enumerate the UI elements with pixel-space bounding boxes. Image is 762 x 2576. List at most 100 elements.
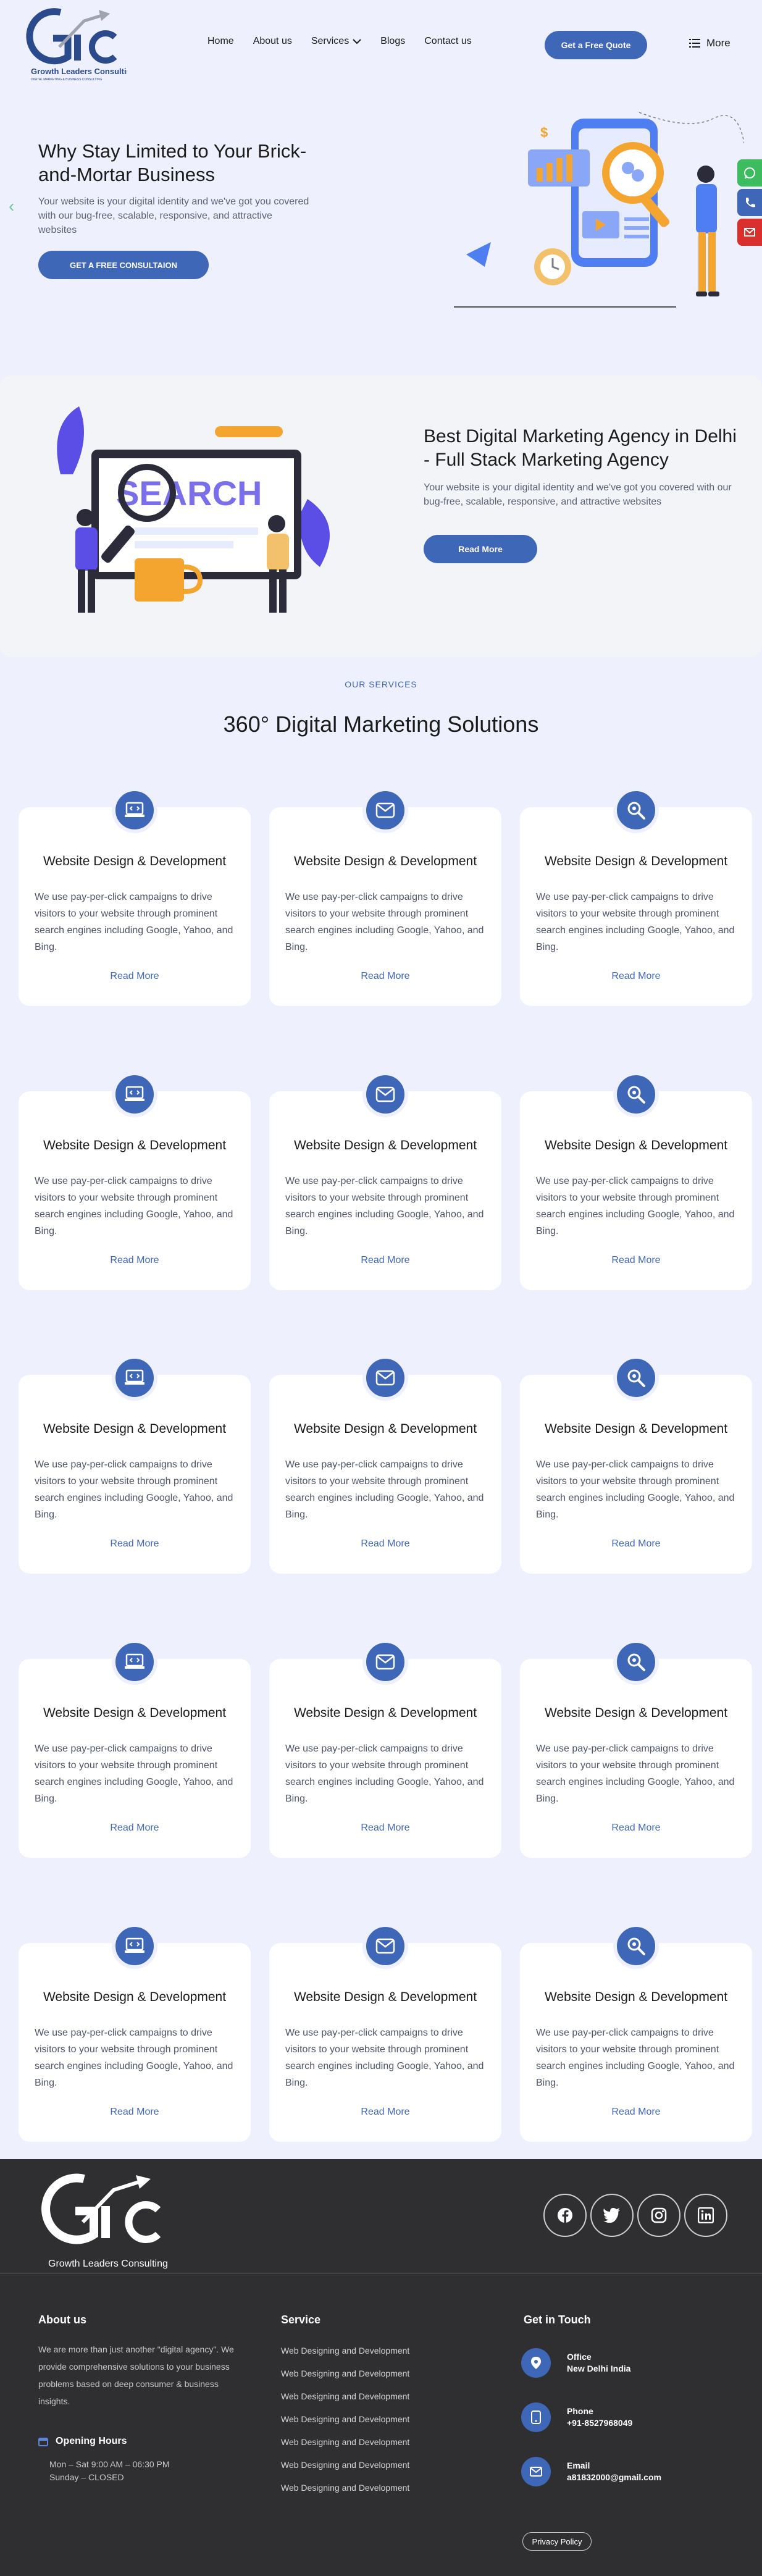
footer-service-link[interactable]: Web Designing and Development bbox=[281, 2414, 409, 2424]
nav-contact-label: Contact us bbox=[424, 36, 472, 46]
footer-service-link[interactable]: Web Designing and Development bbox=[281, 2460, 409, 2470]
service-card-title: Website Design & Development bbox=[43, 1990, 227, 2004]
opening-hours-text: Mon – Sat 9:00 AM – 06:30 PM Sunday – CL… bbox=[49, 2458, 170, 2484]
service-card-title: Website Design & Development bbox=[43, 854, 227, 868]
service-card-read-more[interactable]: Read More bbox=[520, 2107, 752, 2118]
service-card-title: Website Design & Development bbox=[293, 1422, 477, 1436]
service-card: Website Design & Development We use pay-p… bbox=[269, 1639, 501, 1858]
service-card-title: Website Design & Development bbox=[293, 854, 477, 868]
nav-services-label: Services bbox=[311, 36, 350, 46]
logo-tagline: DIGITAL MARKETING & BUSINESS CONSULTING bbox=[31, 78, 102, 82]
service-card: Website Design & Development We use pay-p… bbox=[520, 1639, 752, 1858]
service-card-text: We use pay-per-click campaigns to drive … bbox=[536, 2028, 735, 2088]
envelope-icon bbox=[362, 1072, 408, 1117]
privacy-policy-link[interactable]: Privacy Policy bbox=[522, 2532, 592, 2551]
location-pin-icon bbox=[521, 2348, 551, 2378]
service-card-read-more[interactable]: Read More bbox=[19, 1255, 251, 1266]
service-card-read-more[interactable]: Read More bbox=[19, 2107, 251, 2118]
svg-text:$: $ bbox=[540, 125, 548, 140]
service-card: Website Design & Development We use pay-p… bbox=[520, 787, 752, 1006]
search-icon bbox=[613, 1639, 659, 1685]
service-card-read-more[interactable]: Read More bbox=[19, 971, 251, 982]
agency-read-more-button[interactable]: Read More bbox=[424, 535, 537, 563]
free-consultation-label: GET A FREE CONSULTAION bbox=[69, 260, 178, 270]
footer-about-text: We are more than just another "digital a… bbox=[38, 2344, 234, 2406]
hero-prev-arrow[interactable]: ‹ bbox=[9, 196, 14, 216]
service-card-read-more[interactable]: Read More bbox=[269, 971, 501, 982]
hero-title: Why Stay Limited to Your Brick-and-Morta… bbox=[38, 140, 307, 185]
footer-service-link[interactable]: Web Designing and Development bbox=[281, 2483, 409, 2493]
facebook-link[interactable] bbox=[543, 2194, 587, 2237]
instagram-link[interactable] bbox=[637, 2194, 680, 2237]
service-card: Website Design & Development We use pay-p… bbox=[269, 1072, 501, 1290]
contact-phone[interactable]: Phone +91-8527968049 bbox=[521, 2402, 632, 2432]
free-consultation-button[interactable]: GET A FREE CONSULTAION bbox=[38, 251, 209, 279]
search-icon bbox=[613, 787, 659, 833]
service-card: Website Design & Development We use pay-p… bbox=[520, 1355, 752, 1574]
service-card: Website Design & Development We use pay-p… bbox=[19, 1639, 251, 1858]
nav-contact[interactable]: Contact us bbox=[424, 36, 471, 47]
whatsapp-float-button[interactable] bbox=[737, 159, 762, 187]
phone-icon bbox=[746, 198, 755, 208]
contact-email[interactable]: Email a81832000@gmail.com bbox=[521, 2457, 661, 2486]
nav-services[interactable]: Services bbox=[311, 36, 361, 47]
contact-office-label: Office bbox=[567, 2352, 592, 2362]
nav-blogs[interactable]: Blogs bbox=[380, 36, 405, 47]
contact-phone-label: Phone bbox=[567, 2406, 593, 2416]
service-card: Website Design & Development We use pay-p… bbox=[19, 1923, 251, 2142]
page: Growth Leaders Consulting DIGITAL MARKET… bbox=[0, 0, 762, 2576]
footer-service-link[interactable]: Web Designing and Development bbox=[281, 2346, 409, 2356]
service-card-text: We use pay-per-click campaigns to drive … bbox=[35, 1459, 233, 1520]
get-quote-button[interactable]: Get a Free Quote bbox=[545, 31, 647, 59]
footer-service-link[interactable]: Web Designing and Development bbox=[281, 2437, 409, 2447]
service-card-read-more[interactable]: Read More bbox=[269, 1538, 501, 1550]
list-menu-icon bbox=[689, 39, 700, 48]
footer-service-link[interactable]: Web Designing and Development bbox=[281, 2368, 409, 2378]
service-card-read-more[interactable]: Read More bbox=[269, 2107, 501, 2118]
twitter-link[interactable] bbox=[590, 2194, 634, 2237]
service-card: Website Design & Development We use pay-p… bbox=[269, 1923, 501, 2142]
opening-hours-title: Opening Hours bbox=[38, 2436, 127, 2447]
service-card-text: We use pay-per-click campaigns to drive … bbox=[536, 1176, 735, 1236]
service-card: Website Design & Development We use pay-p… bbox=[19, 1355, 251, 1574]
service-card-read-more[interactable]: Read More bbox=[19, 1823, 251, 1834]
service-card-title: Website Design & Development bbox=[43, 1138, 227, 1152]
service-card-read-more[interactable]: Read More bbox=[520, 1823, 752, 1834]
brand-logo[interactable]: Growth Leaders Consulting DIGITAL MARKET… bbox=[22, 4, 127, 83]
linkedin-link[interactable] bbox=[684, 2194, 727, 2237]
footer-service-link[interactable]: Web Designing and Development bbox=[281, 2391, 409, 2401]
laptop-code-icon bbox=[112, 1639, 157, 1685]
nav-home[interactable]: Home bbox=[207, 36, 234, 47]
mail-float-button[interactable] bbox=[737, 219, 762, 246]
more-menu-button[interactable]: More bbox=[689, 37, 731, 49]
footer-logo[interactable]: Growth Leaders Consulting bbox=[37, 2165, 179, 2270]
service-card-text: We use pay-per-click campaigns to drive … bbox=[35, 892, 233, 952]
service-card-read-more[interactable]: Read More bbox=[269, 1823, 501, 1834]
service-card-title: Website Design & Development bbox=[43, 1422, 227, 1436]
hero-text: Your website is your digital identity an… bbox=[38, 196, 309, 235]
service-card-text: We use pay-per-click campaigns to drive … bbox=[285, 1176, 484, 1236]
privacy-policy-label: Privacy Policy bbox=[532, 2536, 582, 2546]
envelope-icon bbox=[362, 1639, 408, 1685]
more-label: More bbox=[706, 37, 731, 49]
service-card-read-more[interactable]: Read More bbox=[19, 1538, 251, 1550]
linkedin-icon bbox=[698, 2207, 714, 2223]
service-card: Website Design & Development We use pay-p… bbox=[269, 787, 501, 1006]
service-card-read-more[interactable]: Read More bbox=[520, 1538, 752, 1550]
chevron-down-icon bbox=[353, 39, 361, 44]
service-card-text: We use pay-per-click campaigns to drive … bbox=[536, 1743, 735, 1804]
nav-about-label: About us bbox=[253, 36, 292, 46]
service-card-read-more[interactable]: Read More bbox=[520, 1255, 752, 1266]
service-card-read-more[interactable]: Read More bbox=[269, 1255, 501, 1266]
service-card-text: We use pay-per-click campaigns to drive … bbox=[536, 892, 735, 952]
logo-text: Growth Leaders Consulting bbox=[31, 67, 127, 76]
nav-about[interactable]: About us bbox=[253, 36, 292, 47]
services-title: 360° Digital Marketing Solutions bbox=[223, 711, 539, 737]
service-card-text: We use pay-per-click campaigns to drive … bbox=[285, 892, 484, 952]
phone-float-button[interactable] bbox=[737, 189, 762, 216]
service-card-read-more[interactable]: Read More bbox=[520, 971, 752, 982]
footer-contact-title: Get in Touch bbox=[524, 2314, 591, 2326]
service-card-title: Website Design & Development bbox=[43, 1706, 227, 1720]
laptop-code-icon bbox=[112, 1355, 157, 1401]
site-footer: Growth Leaders Consulting About us We ar… bbox=[0, 2159, 762, 2576]
